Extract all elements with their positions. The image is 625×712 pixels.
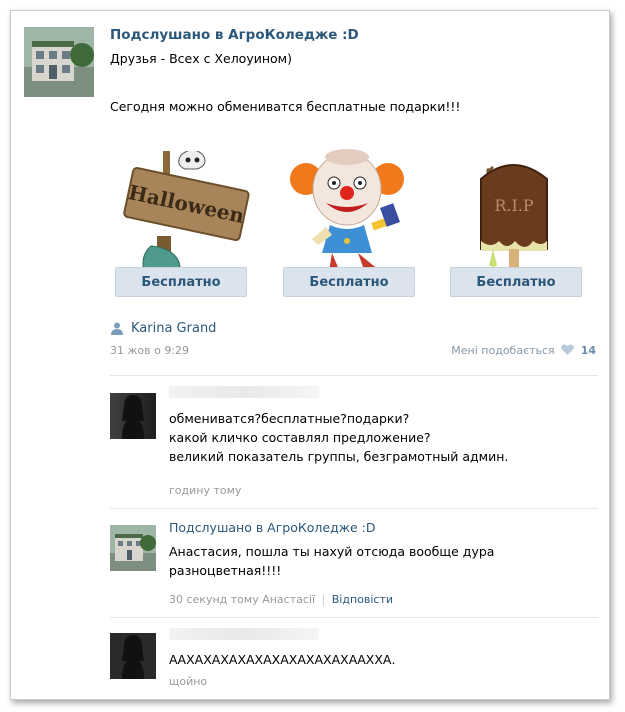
commenter-name-hidden	[169, 628, 319, 640]
group-avatar[interactable]	[24, 27, 94, 97]
comment-line: какой кличко составлял предложение?	[169, 430, 431, 445]
gift-free-button-1[interactable]: Бесплатно	[115, 267, 247, 297]
like-count: 14	[580, 344, 596, 357]
like-label: Мені подобається	[451, 344, 555, 357]
user-icon	[111, 322, 123, 335]
comment-time-link[interactable]: годину тому	[169, 484, 241, 497]
heart-icon	[561, 344, 575, 355]
group-avatar-small[interactable]	[110, 525, 156, 571]
meta-divider: |	[321, 593, 326, 606]
reply-link[interactable]: Відповісти	[332, 593, 393, 606]
comment-line: обмениватся?бесплатные?подарки?	[169, 411, 410, 426]
comment-line: разноцветная!!!!	[169, 563, 282, 578]
commenter-avatar[interactable]	[110, 393, 156, 439]
divider	[110, 617, 598, 618]
comment-time-link[interactable]: 30 секунд тому Анастасії	[169, 593, 315, 606]
comment-line: великий показатель группы, безграмотный …	[169, 449, 509, 464]
comment-meta: 30 секунд тому Анастасії | Відповісти	[169, 593, 393, 606]
status-line: Друзья - Всех с Хелоуином)	[110, 51, 292, 66]
group-name-link[interactable]: Подслушано в АгроКоледже :D	[110, 27, 359, 43]
comment-line: Анастасия, пошла ты нахуй отсюда вообще …	[169, 544, 495, 559]
post-date-link[interactable]: 31 жов о 9:29	[110, 344, 189, 357]
comment-text: Анастасия, пошла ты нахуй отсюда вообще …	[169, 542, 494, 580]
post-author-link[interactable]: Karina Grand	[131, 321, 216, 336]
comment-text: обмениватся?бесплатные?подарки? какой кл…	[169, 409, 508, 466]
comment-author-link[interactable]: Подслушано в АгроКоледже :D	[169, 520, 376, 535]
divider	[110, 508, 598, 509]
comment-time-link[interactable]: щойно	[169, 675, 207, 688]
gift-free-button-3[interactable]: Бесплатно	[450, 267, 582, 297]
post-body: Сегодня можно обмениватся бесплатные под…	[110, 99, 461, 114]
commenter-name-hidden	[169, 386, 319, 398]
like-button[interactable]: Мені подобається 14	[451, 344, 596, 357]
divider	[110, 375, 598, 376]
post-frame: Подслушано в АгроКоледже :D Друзья - Все…	[10, 10, 610, 700]
comment-text: ААХАХАХАХАХАХАХАХАХАХААХХА.	[169, 652, 396, 667]
gift-free-button-2[interactable]: Бесплатно	[283, 267, 415, 297]
commenter-avatar[interactable]	[110, 633, 156, 679]
rip-text: R.I.P	[494, 196, 534, 215]
